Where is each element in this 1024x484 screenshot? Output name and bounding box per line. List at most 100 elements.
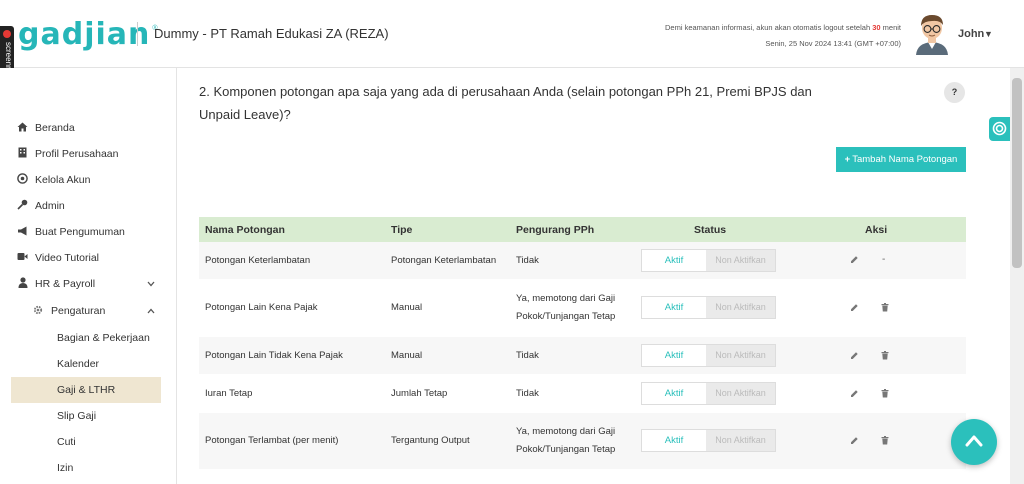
edit-icon[interactable] <box>850 436 859 448</box>
status-active-option[interactable]: Aktif <box>642 345 706 366</box>
sidebar-item-bagian-pekerjaan[interactable]: Bagian & Pekerjaan <box>0 325 177 351</box>
account-icon <box>17 173 28 187</box>
column-header: Pengurang PPh <box>516 224 595 236</box>
cell-tipe: Tergantung Output <box>391 435 470 446</box>
trash-icon[interactable] <box>881 436 889 448</box>
sidebar-item-beranda[interactable]: Beranda <box>0 115 177 141</box>
logout-notice: Demi keamanan informasi, akun akan otoma… <box>665 23 901 32</box>
cell-nama: Potongan Keterlambatan <box>205 255 311 266</box>
delete-placeholder: - <box>882 254 886 265</box>
main-content: 2. Komponen potongan apa saja yang ada d… <box>177 68 1010 484</box>
table-row: Potongan Lain Kena Pajak Manual Ya, memo… <box>199 280 966 337</box>
table-row: Potongan Terlambat (per menit) Tergantun… <box>199 413 966 470</box>
cell-nama: Potongan Terlambat (per menit) <box>205 435 339 446</box>
sidebar-item-label: Izin <box>57 462 74 474</box>
sidebar-item-kelola-akun[interactable]: Kelola Akun <box>0 167 177 193</box>
trash-icon[interactable] <box>881 389 889 401</box>
status-active-option[interactable]: Aktif <box>642 430 706 451</box>
status-toggle[interactable]: Aktif Non Aktifkan <box>641 344 776 367</box>
status-active-option[interactable]: Aktif <box>642 250 706 271</box>
sidebar-item-label: Slip Gaji <box>57 410 97 422</box>
status-deactivate-option[interactable]: Non Aktifkan <box>706 383 775 404</box>
key-icon <box>17 199 28 213</box>
table-row: Iuran Tetap Jumlah Tetap Tidak Aktif Non… <box>199 375 966 413</box>
add-deduction-button[interactable]: + Tambah Nama Potongan <box>836 147 966 172</box>
megaphone-icon <box>17 226 28 239</box>
gadjian-widget-button[interactable] <box>989 117 1010 141</box>
cell-pph: Tidak <box>516 255 539 266</box>
sidebar-item-label: Kelola Akun <box>35 174 91 186</box>
column-header: Tipe <box>391 224 413 236</box>
sidebar-item-label: Cuti <box>57 436 76 448</box>
cell-pph: Tidak <box>516 350 539 361</box>
notice-suffix: menit <box>882 23 901 32</box>
status-deactivate-option[interactable]: Non Aktifkan <box>706 250 775 271</box>
sidebar-item-admin[interactable]: Admin <box>0 193 177 219</box>
sidebar-item-gaji-lthr[interactable]: Gaji & LTHR <box>0 377 177 403</box>
cell-tipe: Potongan Keterlambatan <box>391 255 497 266</box>
sidebar-item-label: Profil Perusahaan <box>35 148 119 160</box>
trash-icon[interactable] <box>881 303 889 315</box>
status-toggle[interactable]: Aktif Non Aktifkan <box>641 429 776 452</box>
plus-icon: + <box>844 154 851 165</box>
help-button[interactable]: ? <box>944 82 965 103</box>
column-header: Aksi <box>865 224 888 236</box>
status-toggle[interactable]: Aktif Non Aktifkan <box>641 296 776 319</box>
status-active-option[interactable]: Aktif <box>642 297 706 318</box>
sidebar-item-pengaturan[interactable]: Pengaturan <box>0 298 177 324</box>
sidebar-item-izin[interactable]: Izin <box>0 455 177 481</box>
column-header: Status <box>694 224 727 236</box>
status-deactivate-option[interactable]: Non Aktifkan <box>706 430 775 451</box>
table-row: Potongan Lain Tidak Kena Pajak Manual Ti… <box>199 337 966 375</box>
edit-icon[interactable] <box>850 389 859 401</box>
sidebar-item-buat-pengumuman[interactable]: Buat Pengumuman <box>0 219 177 245</box>
cell-nama: Potongan Lain Kena Pajak <box>205 302 318 313</box>
sidebar-item-profil-perusahaan[interactable]: Profil Perusahaan <box>0 141 177 167</box>
sidebar-item-label: Gaji & LTHR <box>57 384 116 396</box>
home-icon <box>17 122 28 135</box>
chevron-up-icon <box>147 307 155 316</box>
current-datetime: Senin, 25 Nov 2024 13:41 (GMT +07:00) <box>765 39 901 48</box>
chevron-down-icon[interactable]: ▼ <box>984 29 993 39</box>
sidebar-item-slip-gaji[interactable]: Slip Gaji <box>0 403 177 429</box>
edit-icon[interactable] <box>850 255 859 267</box>
status-active-option[interactable]: Aktif <box>642 383 706 404</box>
cell-pph: Tidak <box>516 388 539 399</box>
gear-icon <box>33 305 43 317</box>
cell-tipe: Jumlah Tetap <box>391 388 448 399</box>
video-icon <box>17 252 28 264</box>
username[interactable]: John <box>958 28 984 40</box>
deduction-table: Nama Potongan Tipe Pengurang PPh Status … <box>199 217 966 470</box>
sidebar: Beranda Profil Perusahaan Kelola Akun Ad… <box>0 68 177 484</box>
scroll-to-top-button[interactable] <box>951 419 997 465</box>
cell-tipe: Manual <box>391 350 423 361</box>
add-deduction-label: Tambah Nama Potongan <box>852 154 958 165</box>
company-name: Dummy - PT Ramah Edukasi ZA (REZA) <box>154 26 389 41</box>
sidebar-item-label: Kalender <box>57 358 100 370</box>
trash-icon[interactable] <box>881 351 889 363</box>
edit-icon[interactable] <box>850 303 859 315</box>
status-deactivate-option[interactable]: Non Aktifkan <box>706 297 775 318</box>
sidebar-item-label: Video Tutorial <box>35 252 100 264</box>
logo-text: gadjian <box>18 16 151 52</box>
sidebar-item-hr-payroll[interactable]: HR & Payroll <box>0 271 177 297</box>
notice-prefix: Demi keamanan informasi, akun akan otoma… <box>665 23 871 32</box>
cell-nama: Potongan Lain Tidak Kena Pajak <box>205 350 343 361</box>
avatar[interactable] <box>913 13 951 55</box>
sidebar-item-video-tutorial[interactable]: Video Tutorial <box>0 245 177 271</box>
edit-icon[interactable] <box>850 351 859 363</box>
notice-minutes: 30 <box>872 23 881 32</box>
status-toggle[interactable]: Aktif Non Aktifkan <box>641 249 776 272</box>
status-toggle[interactable]: Aktif Non Aktifkan <box>641 382 776 405</box>
sidebar-item-label: Buat Pengumuman <box>35 226 125 238</box>
cell-pph: Ya, memotong dari Gaji Pokok/Tunjangan T… <box>516 426 616 455</box>
cell-tipe: Manual <box>391 302 423 313</box>
status-deactivate-option[interactable]: Non Aktifkan <box>706 345 775 366</box>
cell-pph: Ya, memotong dari Gaji Pokok/Tunjangan T… <box>516 293 616 322</box>
page-scrollbar[interactable] <box>1010 68 1024 484</box>
scrollbar-thumb[interactable] <box>1012 78 1022 268</box>
table-header: Nama Potongan Tipe Pengurang PPh Status … <box>199 217 966 242</box>
user-icon <box>17 277 28 291</box>
sidebar-item-kalender[interactable]: Kalender <box>0 351 177 377</box>
sidebar-item-cuti[interactable]: Cuti <box>0 429 177 455</box>
